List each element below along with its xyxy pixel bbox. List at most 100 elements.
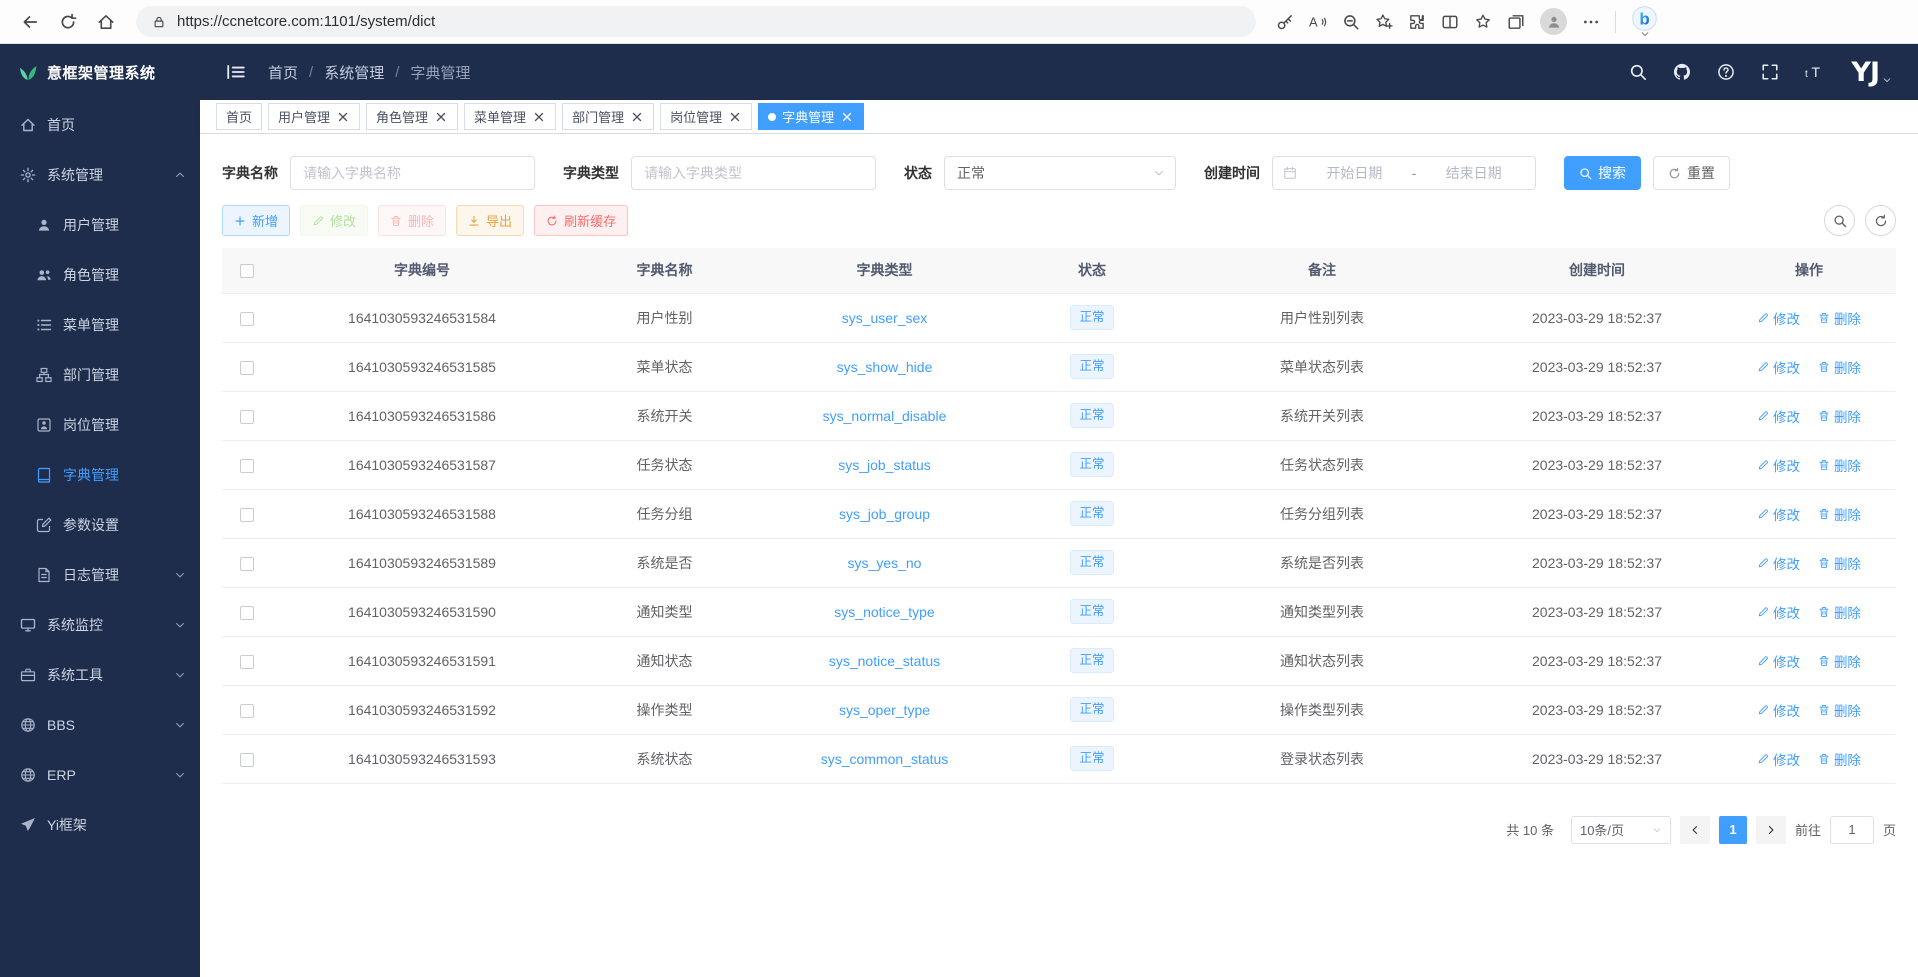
browser-menu-icon[interactable] [1582,13,1600,31]
close-icon[interactable] [840,110,854,124]
row-edit-link[interactable]: 修改 [1757,504,1800,524]
dict-type-link[interactable]: sys_notice_type [834,604,934,620]
browser-refresh-button[interactable] [50,5,86,39]
reset-button[interactable]: 重置 [1653,156,1730,190]
sidebar-menu-item[interactable]: 菜单管理 [0,300,200,350]
row-checkbox[interactable] [240,606,254,620]
sidebar-menu-item[interactable]: 岗位管理 [0,400,200,450]
dict-type-link[interactable]: sys_user_sex [842,310,928,326]
split-screen-icon[interactable] [1441,13,1459,31]
next-page-button[interactable] [1756,816,1786,844]
fullscreen-icon[interactable] [1761,63,1779,81]
tab[interactable]: 首页 [216,103,262,130]
sidebar-menu-item[interactable]: Yi框架 [0,800,200,850]
dict-type-link[interactable]: sys_normal_disable [823,408,947,424]
dict-type-link[interactable]: sys_yes_no [848,555,922,571]
row-edit-link[interactable]: 修改 [1757,455,1800,475]
sidebar-menu-item[interactable]: 首页 [0,100,200,150]
row-checkbox[interactable] [240,508,254,522]
address-bar[interactable]: https://ccnetcore.com:1101/system/dict [136,6,1256,37]
row-checkbox[interactable] [240,655,254,669]
close-icon[interactable] [336,110,350,124]
header-search-icon[interactable] [1629,63,1647,81]
tab[interactable]: 岗位管理 [660,103,752,130]
sidebar-menu-item[interactable]: 部门管理 [0,350,200,400]
row-edit-link[interactable]: 修改 [1757,602,1800,622]
github-icon[interactable] [1673,63,1691,81]
row-delete-link[interactable]: 删除 [1818,749,1861,769]
dict-type-link[interactable]: sys_show_hide [837,359,933,375]
sidebar-toggle-icon[interactable] [226,62,246,82]
row-edit-link[interactable]: 修改 [1757,749,1800,769]
row-edit-link[interactable]: 修改 [1757,406,1800,426]
row-checkbox[interactable] [240,557,254,571]
profile-avatar[interactable] [1540,8,1567,35]
add-favorite-icon[interactable] [1375,13,1393,31]
sidebar-menu-item[interactable]: ERP [0,750,200,800]
sidebar-menu-item[interactable]: 角色管理 [0,250,200,300]
search-button[interactable]: 搜索 [1564,156,1641,190]
close-icon[interactable] [630,110,644,124]
favorites-icon[interactable] [1474,13,1492,31]
row-edit-link[interactable]: 修改 [1757,700,1800,720]
row-delete-link[interactable]: 删除 [1818,308,1861,328]
row-delete-link[interactable]: 删除 [1818,553,1861,573]
sidebar-menu-item[interactable]: 系统工具 [0,650,200,700]
dict-name-input[interactable] [290,156,535,190]
select-all-checkbox[interactable] [240,264,254,278]
tab[interactable]: 菜单管理 [464,103,556,130]
dict-type-link[interactable]: sys_oper_type [839,702,930,718]
breadcrumb-item[interactable]: 系统管理 [324,62,384,83]
row-edit-link[interactable]: 修改 [1757,651,1800,671]
prev-page-button[interactable] [1680,816,1710,844]
sidebar-menu-item[interactable]: 用户管理 [0,200,200,250]
sidebar-menu-item[interactable]: BBS [0,700,200,750]
dict-type-link[interactable]: sys_job_group [839,506,930,522]
add-button[interactable]: 新增 [222,205,290,236]
close-icon[interactable] [728,110,742,124]
status-select[interactable]: 正常 [944,156,1176,190]
collections-icon[interactable] [1507,13,1525,31]
dict-type-input[interactable] [631,156,876,190]
dict-type-link[interactable]: sys_notice_status [829,653,940,669]
row-checkbox[interactable] [240,704,254,718]
export-button[interactable]: 导出 [456,205,524,236]
refresh-cache-button[interactable]: 刷新缓存 [534,205,628,236]
zoom-out-icon[interactable] [1342,13,1360,31]
row-delete-link[interactable]: 删除 [1818,504,1861,524]
row-checkbox[interactable] [240,410,254,424]
dict-type-link[interactable]: sys_job_status [838,457,931,473]
sidebar-menu-item[interactable]: 系统管理 [0,150,200,200]
close-icon[interactable] [532,110,546,124]
sidebar-menu-item[interactable]: 字典管理 [0,450,200,500]
row-delete-link[interactable]: 删除 [1818,651,1861,671]
row-edit-link[interactable]: 修改 [1757,308,1800,328]
row-delete-link[interactable]: 删除 [1818,700,1861,720]
row-delete-link[interactable]: 删除 [1818,455,1861,475]
edit-button[interactable]: 修改 [300,205,368,236]
tab[interactable]: 部门管理 [562,103,654,130]
help-icon[interactable] [1717,63,1735,81]
delete-button[interactable]: 删除 [378,205,446,236]
extensions-icon[interactable] [1408,13,1426,31]
row-checkbox[interactable] [240,312,254,326]
tab[interactable]: 字典管理 [758,103,864,130]
row-edit-link[interactable]: 修改 [1757,553,1800,573]
bing-chat-button[interactable]: b [1631,5,1658,39]
user-logo[interactable]: YJ [1851,57,1892,88]
toggle-search-button[interactable] [1824,205,1855,236]
page-size-select[interactable]: 10条/页 [1571,816,1671,844]
row-delete-link[interactable]: 删除 [1818,406,1861,426]
row-edit-link[interactable]: 修改 [1757,357,1800,377]
browser-home-button[interactable] [88,5,124,39]
date-range-picker[interactable]: 开始日期 - 结束日期 [1272,156,1536,190]
tab[interactable]: 用户管理 [268,103,360,130]
dict-type-link[interactable]: sys_common_status [821,751,949,767]
app-logo[interactable]: 意框架管理系统 [0,44,200,100]
goto-page-input[interactable] [1830,816,1874,844]
read-aloud-icon[interactable]: A [1309,13,1327,31]
close-icon[interactable] [434,110,448,124]
font-size-icon[interactable]: tT [1805,62,1825,82]
row-checkbox[interactable] [240,459,254,473]
sidebar-menu-item[interactable]: 参数设置 [0,500,200,550]
